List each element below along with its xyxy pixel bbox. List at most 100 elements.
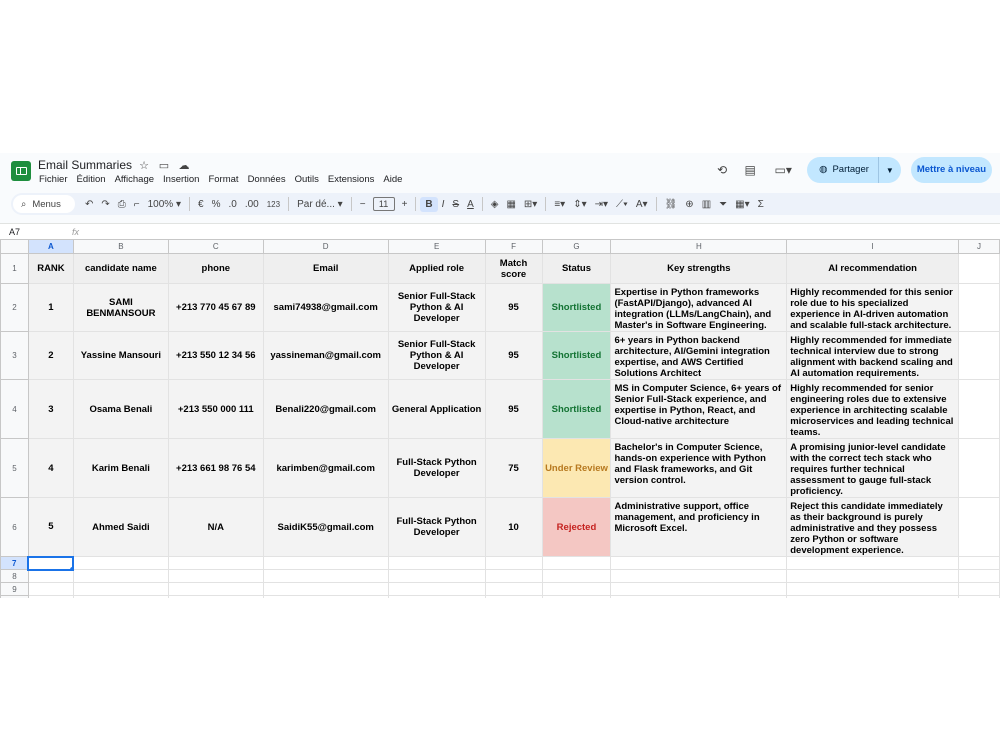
font-size-input[interactable]: 11: [372, 197, 395, 211]
empty-cell[interactable]: [958, 379, 1000, 439]
row-header[interactable]: 4: [0, 379, 29, 439]
empty-cell[interactable]: [387, 582, 486, 596]
empty-cell[interactable]: [72, 595, 169, 598]
currency-button[interactable]: €: [194, 199, 208, 210]
row-header[interactable]: 2: [0, 283, 29, 332]
header-phone[interactable]: phone: [167, 253, 264, 284]
empty-cell[interactable]: [786, 582, 959, 596]
candidate-name-cell[interactable]: Ahmed Saidi: [72, 497, 169, 557]
empty-cell[interactable]: [262, 595, 389, 598]
empty-cell[interactable]: [167, 569, 264, 583]
empty-cell[interactable]: [958, 253, 1000, 284]
applied-role-cell[interactable]: General Application: [387, 379, 486, 439]
menu-donnees[interactable]: Données: [247, 174, 290, 185]
row-header[interactable]: 3: [0, 331, 29, 380]
empty-cell[interactable]: [610, 595, 788, 598]
upgrade-button[interactable]: Mettre à niveau: [910, 157, 992, 183]
empty-cell[interactable]: [167, 556, 264, 570]
applied-role-cell[interactable]: Senior Full-Stack Python & AI Developer: [387, 283, 486, 332]
column-header-a[interactable]: A: [27, 239, 74, 254]
undo-icon[interactable]: ↶: [81, 199, 97, 210]
phone-cell[interactable]: +213 661 98 76 54: [167, 438, 264, 498]
row-header[interactable]: 1: [0, 253, 29, 284]
empty-cell[interactable]: [387, 556, 486, 570]
empty-cell[interactable]: [958, 556, 1000, 570]
empty-cell[interactable]: [786, 569, 959, 583]
horizontal-align-icon[interactable]: ≡▾: [550, 199, 569, 210]
ai-recommendation-cell[interactable]: Highly recommended for this senior role …: [786, 283, 959, 332]
formula-input[interactable]: [79, 225, 1000, 239]
empty-cell[interactable]: [610, 569, 788, 583]
history-icon[interactable]: ⟲: [713, 161, 731, 179]
empty-cell[interactable]: [958, 497, 1000, 557]
paint-format-icon[interactable]: ⌐: [130, 199, 144, 210]
row-header[interactable]: 5: [0, 438, 29, 498]
phone-cell[interactable]: +213 550 12 34 56: [167, 331, 264, 380]
empty-cell[interactable]: [27, 595, 74, 598]
status-cell[interactable]: Shortlisted: [541, 379, 612, 439]
column-header-j[interactable]: J: [958, 239, 1000, 254]
filter-icon[interactable]: ⏷: [715, 199, 731, 210]
functions-icon[interactable]: Σ: [754, 199, 768, 210]
empty-cell[interactable]: [541, 569, 612, 583]
insert-chart-icon[interactable]: ▥: [698, 199, 715, 210]
empty-cell[interactable]: [541, 582, 612, 596]
menu-edition[interactable]: Édition: [76, 174, 110, 185]
filter-views-icon[interactable]: ▦▾: [731, 199, 753, 210]
rank-cell[interactable]: 4: [27, 438, 74, 498]
empty-cell[interactable]: [27, 582, 74, 596]
row-header[interactable]: 10: [0, 595, 29, 598]
email-cell[interactable]: SaidiK55@gmail.com: [262, 497, 389, 557]
empty-cell[interactable]: [484, 569, 543, 583]
email-cell[interactable]: yassineman@gmail.com: [262, 331, 389, 380]
increase-decimal-button[interactable]: .00: [241, 199, 263, 210]
empty-cell[interactable]: [958, 582, 1000, 596]
header-key-strengths[interactable]: Key strengths: [610, 253, 788, 284]
select-all-corner[interactable]: [0, 239, 29, 254]
document-title[interactable]: Email Summaries: [38, 158, 132, 172]
active-cell-a7[interactable]: [27, 555, 75, 571]
move-folder-icon[interactable]: ▭: [157, 159, 171, 173]
empty-cell[interactable]: [786, 595, 959, 598]
italic-button[interactable]: I: [438, 199, 449, 210]
empty-cell[interactable]: [484, 556, 543, 570]
match-score-cell[interactable]: 95: [484, 379, 543, 439]
fill-handle[interactable]: [70, 566, 72, 568]
ai-recommendation-cell[interactable]: Highly recommended for senior engineerin…: [786, 379, 959, 439]
decrease-decimal-button[interactable]: .0: [224, 199, 240, 210]
redo-icon[interactable]: ↷: [97, 199, 113, 210]
key-strengths-cell[interactable]: Expertise in Python frameworks (FastAPI/…: [610, 283, 788, 332]
search-menus[interactable]: ⌕ Menus: [13, 195, 75, 213]
empty-cell[interactable]: [610, 556, 788, 570]
rank-cell[interactable]: 2: [27, 331, 74, 380]
empty-cell[interactable]: [387, 595, 486, 598]
applied-role-cell[interactable]: Senior Full-Stack Python & AI Developer: [387, 331, 486, 380]
applied-role-cell[interactable]: Full-Stack Python Developer: [387, 497, 486, 557]
name-box[interactable]: A7: [0, 227, 62, 237]
empty-cell[interactable]: [72, 569, 169, 583]
borders-icon[interactable]: ▦: [502, 199, 519, 210]
zoom-select[interactable]: 100% ▾: [144, 199, 185, 210]
column-header-d[interactable]: D: [262, 239, 389, 254]
rank-cell[interactable]: 1: [27, 283, 74, 332]
row-header[interactable]: 6: [0, 497, 29, 557]
key-strengths-cell[interactable]: Administrative support, office managemen…: [610, 497, 788, 557]
empty-cell[interactable]: [958, 283, 1000, 332]
menu-extensions[interactable]: Extensions: [327, 174, 378, 185]
font-color-dropdown-icon[interactable]: A▾: [632, 199, 652, 210]
print-icon[interactable]: ⎙: [114, 199, 130, 210]
phone-cell[interactable]: +213 550 000 111: [167, 379, 264, 439]
rank-cell[interactable]: 3: [27, 379, 74, 439]
column-header-c[interactable]: C: [167, 239, 264, 254]
menu-aide[interactable]: Aide: [382, 174, 406, 185]
rank-cell[interactable]: 5: [27, 497, 74, 557]
empty-cell[interactable]: [786, 556, 959, 570]
match-score-cell[interactable]: 75: [484, 438, 543, 498]
text-rotation-icon[interactable]: ⟋▾: [612, 199, 632, 210]
row-header[interactable]: 7: [0, 556, 29, 570]
column-header-f[interactable]: F: [484, 239, 543, 254]
header-match-score[interactable]: Match score: [484, 253, 543, 284]
status-cell[interactable]: Under Review: [541, 438, 612, 498]
header-ai-recommendation[interactable]: AI recommendation: [786, 253, 959, 284]
status-cell[interactable]: Shortlisted: [541, 283, 612, 332]
